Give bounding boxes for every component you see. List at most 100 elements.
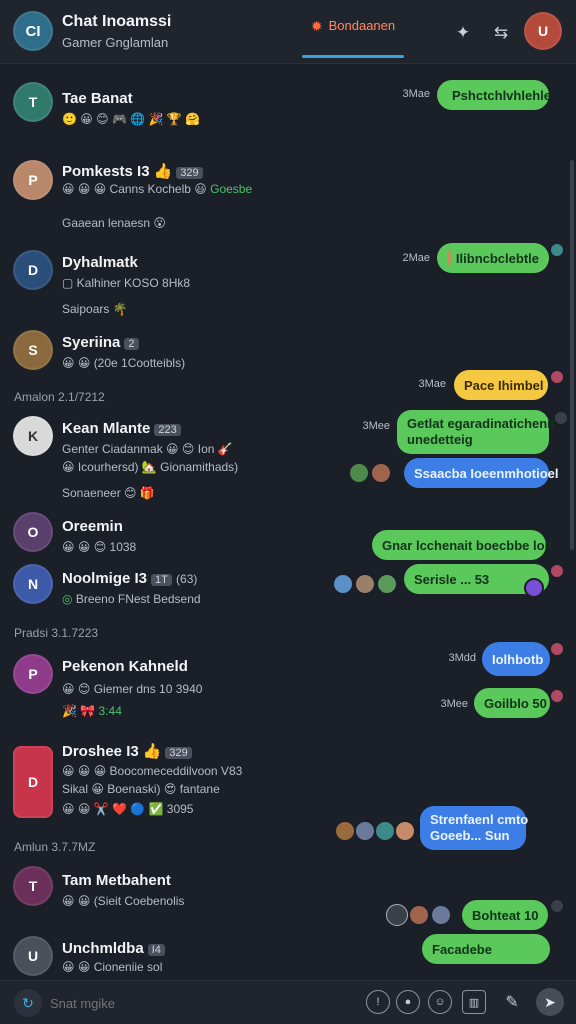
fire-icon: ✹: [310, 18, 323, 34]
contact-name: Pekenon Kahneld: [62, 658, 188, 675]
date-divider: Amlun 3.7.7MZ: [14, 840, 96, 854]
unread-badge: 223: [154, 424, 181, 436]
gif-icon[interactable]: ▥: [462, 990, 486, 1014]
reader-avatar: [394, 820, 416, 842]
preview-text: 😀 😀 Cioneniie sol: [62, 960, 163, 974]
avatar: S: [13, 330, 53, 370]
preview-text: 😀 😀 (20e 1Cootteibls): [62, 356, 186, 370]
message-time: 3Mdd: [448, 652, 476, 664]
preview-text: 😀 😀 😀 Boocomeceddilvoon V83: [62, 764, 243, 778]
reaction-icon[interactable]: [553, 410, 569, 426]
message-bubble[interactable]: Strenfaenl cmto Goeeb... Sun: [420, 806, 528, 850]
sticker-icon[interactable]: ✎: [500, 990, 524, 1014]
contact-name: Droshee I3 👍 329: [62, 742, 192, 760]
reader-avatar: [354, 573, 376, 595]
send-button[interactable]: ➤: [536, 988, 564, 1016]
avatar: O: [13, 512, 53, 552]
unread-badge: 329: [176, 167, 203, 179]
preview-text: 🙂 😀 😊 🎮 🌐 🎉 🏆 🤗: [62, 112, 201, 126]
pin-icon[interactable]: ✦: [452, 22, 474, 44]
reader-avatar: [386, 904, 408, 926]
reader-avatar: [370, 462, 392, 484]
message-input[interactable]: [50, 991, 350, 1015]
message-time: 3Mee: [362, 420, 390, 432]
tab-active[interactable]: ✹ Bondaanen: [302, 18, 404, 58]
message-composer: ↻ ! ● ☺ ▥ ✎ ➤: [0, 980, 576, 1024]
preview-text-3: 😀 😀 ✂️ ❤️ 🔵 ✅ 3095: [62, 802, 194, 816]
message-bubble[interactable]: Goilblo 50: [474, 688, 550, 718]
tab-underline: [302, 55, 404, 58]
preview-text: 😀 😀 (Sieit Coebenolis: [62, 894, 185, 908]
tab-label: Bondaanen: [328, 18, 396, 33]
reader-avatar: [374, 820, 396, 842]
channel-avatar[interactable]: CI: [13, 11, 53, 51]
channel-title: Chat Inoamssi: [62, 13, 172, 30]
unread-badge: I4: [147, 944, 165, 956]
reaction-icon[interactable]: [549, 898, 565, 914]
message-bubble[interactable]: Bohteat 10: [462, 900, 548, 930]
filter-icon[interactable]: ⇆: [490, 22, 512, 44]
message-time: 3Mae: [402, 88, 430, 100]
message-time: 3Mee: [440, 698, 468, 710]
thumbs-icon: 👍: [153, 163, 173, 180]
reaction-icon[interactable]: [549, 641, 565, 657]
avatar: T: [13, 82, 53, 122]
preview-text: ▢ Kalhiner KOSO 8Hk8: [62, 276, 191, 290]
attach-icon[interactable]: ↻: [14, 989, 42, 1017]
reader-avatar: [376, 573, 398, 595]
message-bubble[interactable]: Ilibncbclebtle: [437, 243, 549, 273]
avatar: D: [13, 250, 53, 290]
reader-avatar: [408, 904, 430, 926]
contact-name: Pomkests I3 👍 329: [62, 162, 203, 180]
reader-avatar: [332, 573, 354, 595]
avatar: N: [13, 564, 53, 604]
contact-name: Syeriina 2: [62, 334, 139, 351]
avatar: D: [13, 746, 53, 818]
unread-badge: 329: [165, 747, 192, 759]
avatar: T: [13, 866, 53, 906]
emoji-icon[interactable]: ☺: [428, 990, 452, 1014]
sticker-icon: [447, 250, 451, 266]
message-bubble[interactable]: Getlat egaradinatichenit unedetteig: [397, 410, 555, 454]
avatar: K: [13, 416, 53, 456]
preview-text: 😀 😀 😀 Canns Kochelb 😃 Goesbe: [62, 182, 253, 196]
reaction-icon[interactable]: [549, 563, 565, 579]
unread-badge: 2: [124, 338, 139, 350]
reaction-icon[interactable]: [524, 578, 544, 598]
preview-text-2: 😀 Icourhersd) 🏡 Gionamithads): [62, 460, 239, 474]
contact-name: Dyhalmatk: [62, 254, 138, 271]
scrollbar[interactable]: [570, 160, 574, 550]
app-header: CI Chat Inoamssi Gamer Gnglamlan ✹ Bonda…: [0, 0, 576, 64]
channel-subtitle: Gamer Gnglamlan: [62, 35, 169, 50]
preview-text-3: Sonaeneer 😊 🎁: [62, 486, 155, 500]
reaction-icon[interactable]: [549, 688, 565, 704]
contact-name: Noolmige I3 1T (63): [62, 570, 198, 587]
reaction-icon[interactable]: [549, 369, 565, 385]
date-divider: Pradsi 3.1.7223: [14, 626, 99, 640]
user-avatar[interactable]: U: [524, 12, 562, 50]
message-bubble[interactable]: Gnar lcchenait boecbbe loit: [372, 530, 552, 560]
message-bubble[interactable]: Iolhbotb: [482, 642, 550, 676]
unread-badge: 1T: [151, 574, 172, 586]
reader-avatar: [354, 820, 376, 842]
reader-avatar: [430, 904, 452, 926]
info-icon[interactable]: !: [366, 990, 390, 1014]
avatar: P: [13, 160, 53, 200]
preview-text: Genter Ciadanmak 😀 😊 Ion 🎸: [62, 442, 233, 456]
reaction-icon[interactable]: [549, 242, 565, 258]
preview-text: 😀 😊 Giemer dns 10 3940: [62, 682, 203, 696]
avatar: U: [13, 936, 53, 976]
record-icon[interactable]: ●: [396, 990, 420, 1014]
message-bubble[interactable]: Pace Ihimbel: [454, 370, 548, 400]
message-bubble[interactable]: Pshctchlvhlehle: [437, 80, 551, 110]
reader-avatar: [348, 462, 370, 484]
preview-text-2: Saipoars 🌴: [62, 302, 128, 316]
message-bubble[interactable]: Ssaacba Ioeenmhotioel: [404, 458, 559, 488]
message-time: 2Mae: [402, 252, 430, 264]
contact-name: Tae Banat: [62, 90, 133, 107]
avatar: P: [13, 654, 53, 694]
message-bubble[interactable]: Facadebe: [422, 934, 550, 964]
thumbs-icon: 👍: [142, 743, 162, 760]
contact-name: Kean Mlante 223: [62, 420, 181, 437]
contact-name: Unchmldba I4: [62, 940, 165, 957]
